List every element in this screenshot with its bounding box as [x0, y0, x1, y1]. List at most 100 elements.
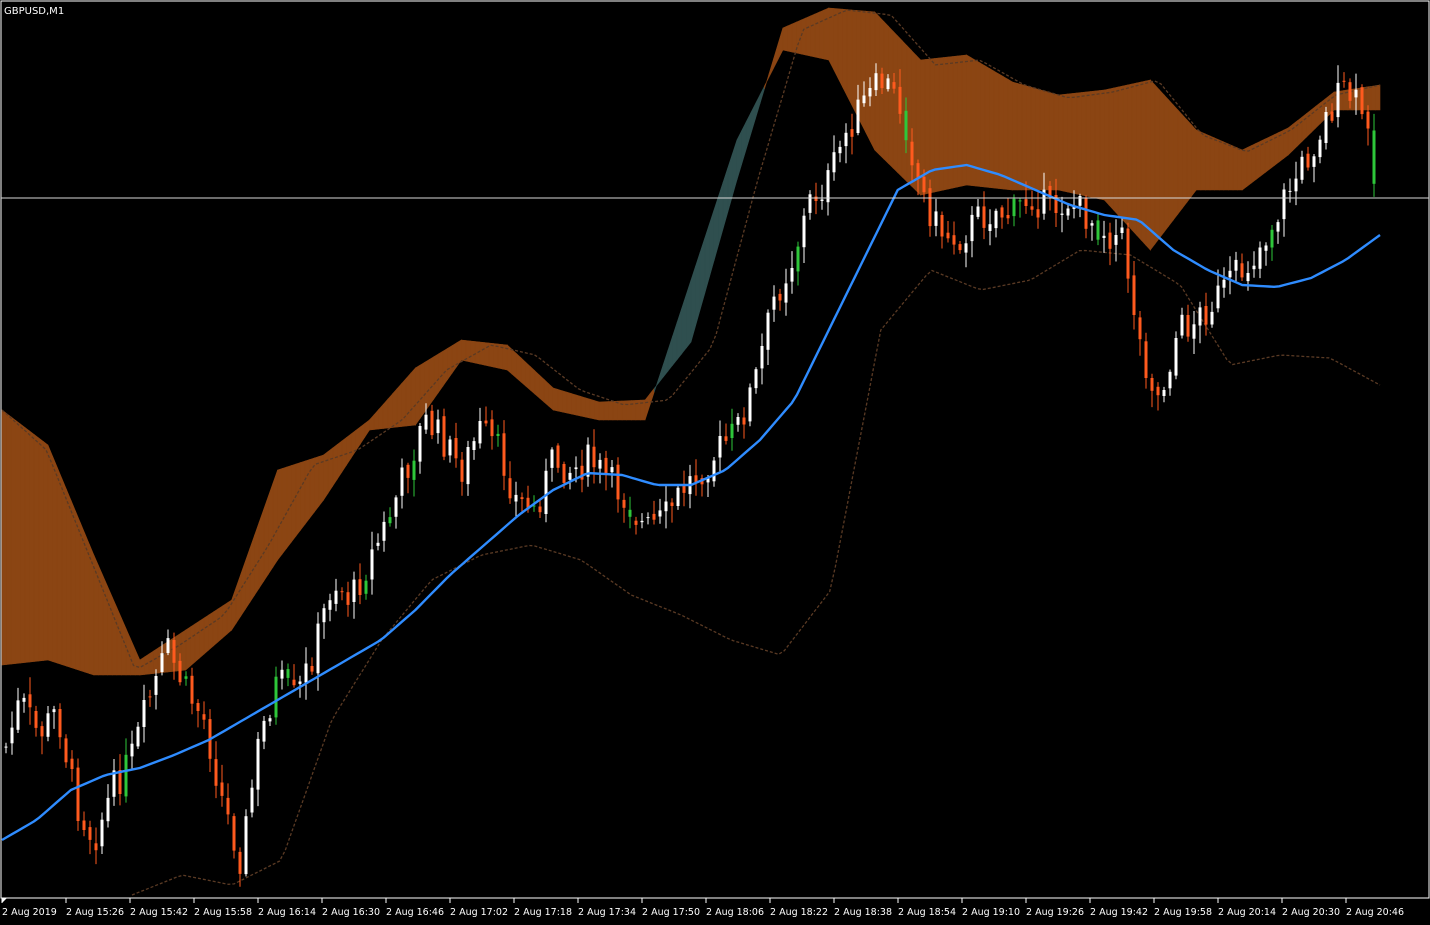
cloud-segment [199, 617, 205, 659]
x-tick-label: 2 Aug 15:26 [66, 907, 124, 918]
candle-body [1006, 215, 1010, 219]
cloud-segment [47, 444, 53, 662]
candle-body [1078, 196, 1082, 206]
candle-body [154, 676, 158, 695]
candle-body [604, 457, 608, 474]
cloud-segment [15, 419, 21, 664]
candle-body [922, 176, 926, 193]
candle-body [556, 445, 560, 468]
cloud-segment [447, 345, 453, 381]
x-tick-label: 2 Aug 2019 [2, 907, 57, 918]
candle-body [310, 666, 314, 672]
candle-body [616, 464, 620, 500]
candle-body [934, 211, 938, 226]
candle-body [484, 420, 488, 424]
candle-body [40, 726, 44, 737]
cloud-segment [185, 626, 191, 671]
candle-body [202, 714, 206, 720]
cloud-segment [382, 398, 389, 429]
candle-body [550, 449, 554, 468]
cloud-segment [1370, 85, 1376, 111]
cloud-segment [1104, 88, 1110, 206]
cloud-segment [1081, 91, 1087, 197]
candle-body [1120, 227, 1124, 233]
candle-body [370, 549, 374, 580]
cloud-segment [1228, 143, 1234, 191]
candle-body [1270, 229, 1274, 248]
cloud-segment [612, 400, 618, 421]
candle-body [226, 797, 230, 815]
candle-body [1096, 220, 1100, 240]
candle-body [844, 132, 848, 147]
candle-body [1186, 315, 1190, 337]
cloud-segment [6, 412, 12, 665]
candle-body [814, 196, 818, 201]
cloud-segment [1159, 89, 1165, 239]
candle-body [1156, 386, 1160, 396]
candle-body [88, 827, 92, 840]
candle-body [4, 746, 8, 748]
candle-body [970, 214, 974, 242]
cloud-segment [1182, 114, 1188, 209]
cloud-segment [1026, 85, 1032, 191]
cloud-segment [208, 611, 214, 651]
chart-window[interactable]: GBPUSD,M1 2 Aug 2019 2 Aug 15:26 2 Aug 15:… [0, 0, 1430, 925]
cloud-segment [323, 450, 329, 502]
candle-body [652, 513, 656, 520]
candle-body [1210, 311, 1214, 325]
candle-body [10, 727, 14, 744]
cloud-segment [888, 25, 894, 169]
cloud-segment [387, 393, 393, 429]
cloud-segment [116, 607, 122, 676]
cloud-segment [1154, 84, 1160, 245]
candle-body [1330, 111, 1334, 121]
x-tick-label: 2 Aug 17:34 [578, 907, 636, 918]
candle-body [1276, 222, 1280, 232]
cloud-segment [580, 395, 586, 418]
cloud-segment [860, 10, 866, 133]
cloud-segment [405, 372, 412, 427]
candle-body [874, 73, 878, 91]
cloud-segment [203, 614, 209, 655]
cloud-segment [1113, 86, 1119, 216]
candle-body [940, 215, 944, 237]
cloud-segment [1136, 81, 1142, 241]
candle-body [658, 510, 662, 517]
candle-body [946, 232, 950, 239]
candle-body [1150, 378, 1154, 391]
x-tick-label: 2 Aug 16:14 [258, 907, 316, 918]
cloud-segment [488, 342, 494, 368]
candle-body [172, 640, 176, 663]
candle-body [1306, 153, 1310, 168]
cloud-segment [20, 423, 26, 664]
cloud-segment [442, 347, 448, 387]
candle-body [1252, 265, 1256, 270]
candle-body [610, 467, 614, 473]
candle-body [178, 660, 182, 683]
candle-body [454, 438, 458, 459]
cloud-segment [1223, 141, 1229, 191]
cloud-segment [493, 343, 499, 369]
cloud-segment [1319, 98, 1326, 125]
candle-body [1342, 80, 1346, 82]
cloud-segment [543, 378, 549, 407]
cloud-segment [56, 466, 63, 665]
cloud-segment [1218, 139, 1225, 191]
candle-body [1126, 228, 1130, 279]
price-chart[interactable]: GBPUSD,M1 2 Aug 2019 2 Aug 15:26 2 Aug 15:… [0, 0, 1430, 925]
x-tick-label: 2 Aug 18:54 [898, 907, 956, 918]
candle-body [682, 485, 686, 493]
cloud-segment [562, 390, 568, 414]
candle-body [352, 579, 356, 602]
candle-body [790, 268, 794, 282]
cloud-segment [268, 482, 274, 576]
cloud-segment [415, 364, 421, 426]
candle-body [1132, 275, 1136, 315]
candle-body [160, 653, 164, 672]
cloud-segment [1315, 102, 1321, 129]
candle-body [1228, 270, 1232, 278]
candle [244, 809, 248, 877]
candle-body [892, 82, 896, 89]
cloud-segment [938, 57, 944, 192]
candle-body [640, 520, 644, 523]
